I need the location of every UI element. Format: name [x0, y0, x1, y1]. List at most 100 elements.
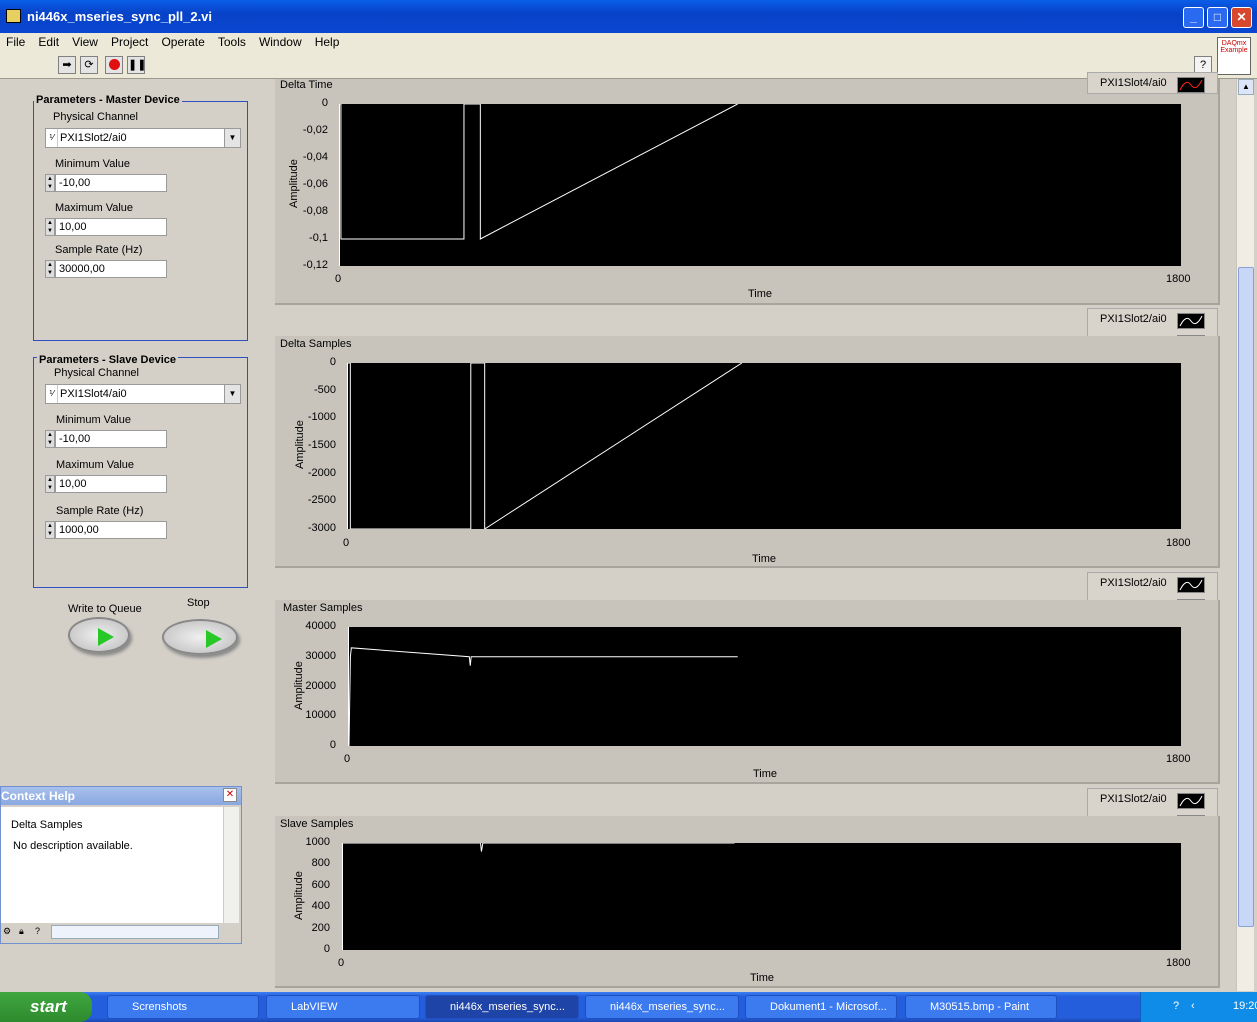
scroll-thumb[interactable]: [1238, 267, 1254, 927]
spinner-icon[interactable]: ▲ ▼: [45, 174, 55, 192]
system-tray: ? ‹ 19:20: [1140, 992, 1257, 1022]
context-help-heading: Delta Samples: [11, 819, 83, 831]
pause-icon[interactable]: ❚❚: [127, 56, 146, 74]
scroll-up-icon[interactable]: ▲: [1238, 79, 1254, 95]
menu-help[interactable]: Help: [309, 33, 344, 49]
legend-label: PXI1Slot2/ai0: [1100, 577, 1167, 589]
menu-file[interactable]: File: [0, 33, 29, 49]
horizontal-scrollbar[interactable]: [51, 925, 219, 939]
taskbar-item[interactable]: ni446x_mseries_sync...: [585, 995, 739, 1019]
slave-max-value[interactable]: 10,00: [55, 475, 167, 493]
chart-title: Delta Samples: [280, 338, 352, 350]
slave-min-control[interactable]: ▲ ▼ -10,00: [45, 430, 167, 448]
minimize-button[interactable]: _: [1183, 7, 1204, 28]
x-tick-max: 1800: [1166, 957, 1191, 969]
dropdown-arrow-icon[interactable]: ▼: [224, 385, 240, 403]
taskbar-item-label: ni446x_mseries_sync...: [610, 1001, 725, 1013]
spinner-icon[interactable]: ▲ ▼: [45, 260, 55, 278]
start-button[interactable]: start: [0, 992, 92, 1022]
menu-tools[interactable]: Tools: [212, 33, 250, 49]
taskbar-item-label: Screnshots: [132, 1001, 188, 1013]
menu-project[interactable]: Project: [105, 33, 152, 49]
master-rate-value[interactable]: 30000,00: [55, 260, 167, 278]
chart-title: Slave Samples: [280, 818, 354, 830]
plot-area[interactable]: [342, 842, 1181, 950]
legend-label: PXI1Slot2/ai0: [1100, 793, 1167, 805]
clock: 19:20: [1233, 1000, 1257, 1012]
chart-title: Delta Time: [280, 79, 333, 91]
menu-edit[interactable]: Edit: [32, 33, 63, 49]
slave-phys-value: PXI1Slot4/ai0: [60, 388, 127, 400]
legend-item[interactable]: PXI1Slot2/ai0: [1088, 573, 1217, 595]
x-tick-max: 1800: [1166, 753, 1191, 765]
master-min-label: Minimum Value: [55, 158, 130, 170]
taskbar-item[interactable]: Dokument1 - Microsof...: [745, 995, 897, 1019]
y-tick-label: 0: [329, 739, 336, 751]
context-help-text: No description available.: [13, 840, 133, 852]
question-icon[interactable]: ?: [35, 926, 40, 936]
legend-item[interactable]: PXI1Slot2/ai0: [1088, 309, 1217, 331]
taskbar-item-label: M30515.bmp - Paint: [930, 1001, 1030, 1013]
master-phys-channel[interactable]: ⅟ PXI1Slot2/ai0 ▼: [45, 128, 241, 148]
close-button[interactable]: ✕: [1231, 7, 1252, 28]
x-axis-label: Time: [750, 972, 775, 984]
vertical-scrollbar[interactable]: ▲: [1236, 79, 1254, 991]
menu-operate[interactable]: Operate: [155, 33, 208, 49]
run-arrow-icon[interactable]: ➡: [58, 56, 76, 74]
master-max-value[interactable]: 10,00: [55, 218, 167, 236]
slave-min-value[interactable]: -10,00: [55, 430, 167, 448]
y-axis-label: Amplitude: [294, 420, 306, 469]
taskbar-item-label: Dokument1 - Microsof...: [770, 1001, 887, 1013]
plot-area[interactable]: [347, 362, 1181, 530]
chevron-left-icon[interactable]: ‹: [1191, 1000, 1195, 1012]
io-name-icon: ⅟: [46, 385, 58, 403]
menu-view[interactable]: View: [66, 33, 102, 49]
y-tick-label: 10000: [305, 709, 336, 722]
master-params-title: Parameters - Master Device: [34, 94, 182, 106]
spinner-icon[interactable]: ▲ ▼: [45, 521, 55, 539]
plot-area[interactable]: [339, 103, 1181, 266]
master-rate-control[interactable]: ▲ ▼ 30000,00: [45, 260, 167, 278]
spinner-icon[interactable]: ▲ ▼: [45, 475, 55, 493]
slave-phys-channel[interactable]: ⅟ PXI1Slot4/ai0 ▼: [45, 384, 241, 404]
slave-rate-control[interactable]: ▲ ▼ 1000,00: [45, 521, 167, 539]
y-axis-label: Amplitude: [288, 159, 300, 208]
master-min-control[interactable]: ▲ ▼ -10,00: [45, 174, 167, 192]
taskbar-item[interactable]: LabVIEW: [266, 995, 420, 1019]
taskbar-item[interactable]: ni446x_mseries_sync...: [425, 995, 579, 1019]
write-queue-button[interactable]: [68, 617, 130, 653]
legend-item[interactable]: PXI1Slot2/ai0: [1088, 789, 1217, 811]
x-tick-min: 0: [338, 957, 345, 969]
plot-area[interactable]: [348, 627, 1181, 747]
abort-icon[interactable]: [105, 56, 123, 74]
play-icon: [98, 628, 114, 646]
spinner-icon[interactable]: ▲ ▼: [45, 430, 55, 448]
slave-params-title: Parameters - Slave Device: [37, 354, 178, 366]
master-max-control[interactable]: ▲ ▼ 10,00: [45, 218, 167, 236]
y-tick-label: 0: [323, 943, 330, 955]
detailed-help-icon[interactable]: ⚙: [3, 926, 11, 937]
maximize-button[interactable]: □: [1207, 7, 1228, 28]
lock-icon[interactable]: 🔒︎: [19, 926, 24, 937]
slave-max-label: Maximum Value: [56, 459, 135, 471]
master-min-value[interactable]: -10,00: [55, 174, 167, 192]
menu-window[interactable]: Window: [253, 33, 306, 49]
legend-label: PXI1Slot4/ai0: [1100, 77, 1167, 89]
close-icon[interactable]: ✕: [223, 788, 237, 802]
run-continuously-icon[interactable]: ⟳: [80, 56, 98, 74]
stop-button[interactable]: [162, 619, 238, 655]
y-tick-label: -500: [313, 383, 336, 396]
legend[interactable]: PXI1Slot4/ai0: [1087, 72, 1218, 94]
dropdown-arrow-icon[interactable]: ▼: [224, 129, 240, 147]
series-line: [348, 362, 743, 530]
help-scrollbar[interactable]: [223, 807, 239, 923]
taskbar-item[interactable]: Screnshots: [107, 995, 259, 1019]
y-tick-label: -2500: [307, 494, 336, 507]
spinner-icon[interactable]: ▲ ▼: [45, 218, 55, 236]
legend-item[interactable]: PXI1Slot4/ai0: [1088, 73, 1217, 95]
slave-max-control[interactable]: ▲ ▼ 10,00: [45, 475, 167, 493]
help-tray-icon[interactable]: ?: [1173, 1000, 1179, 1012]
taskbar-item[interactable]: M30515.bmp - Paint: [905, 995, 1057, 1019]
slave-rate-value[interactable]: 1000,00: [55, 521, 167, 539]
x-axis-label: Time: [753, 768, 778, 780]
